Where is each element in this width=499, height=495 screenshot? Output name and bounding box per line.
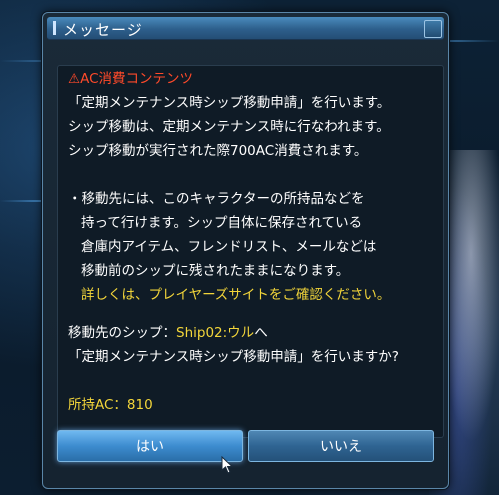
game-screen: メッセージ ⚠AC消費コンテンツ 「定期メンテナンス時シップ移動申請」を行います…	[0, 0, 499, 495]
site-notice: 詳しくは、プレイヤーズサイトをご確認ください。	[81, 287, 391, 303]
title-accent-bar	[53, 21, 56, 35]
dialog-title: メッセージ	[63, 21, 143, 39]
message-line: 「定期メンテナンス時シップ移動申請」を行います。	[68, 95, 391, 111]
confirm-line: 「定期メンテナンス時シップ移動申請」を行いますか?	[68, 349, 399, 365]
yes-button[interactable]: はい	[57, 430, 243, 462]
mouse-cursor-icon	[221, 456, 234, 474]
owned-ac: 所持AC：810	[68, 397, 153, 413]
destination-ship: Ship02:ウル	[176, 325, 255, 341]
message-body: ⚠AC消費コンテンツ 「定期メンテナンス時シップ移動申請」を行います。 シップ移…	[57, 65, 444, 438]
message-dialog: メッセージ ⚠AC消費コンテンツ 「定期メンテナンス時シップ移動申請」を行います…	[42, 12, 449, 489]
destination-label: 移動先のシップ：	[68, 325, 176, 341]
destination-suffix: へ	[254, 325, 268, 341]
bullet-line: 持って行けます。シップ自体に保存されている	[81, 215, 363, 231]
message-line: シップ移動が実行された際700AC消費されます。	[68, 143, 368, 159]
ac-warning-heading: ⚠AC消費コンテンツ	[68, 71, 194, 87]
bullet-line: ・移動先には、このキャラクターの所持品などを	[68, 191, 365, 207]
dialog-titlebar: メッセージ	[47, 17, 444, 40]
bullet-line: 倉庫内アイテム、フレンドリスト、メールなどは	[81, 239, 377, 255]
no-button[interactable]: いいえ	[248, 430, 434, 462]
close-icon[interactable]	[424, 20, 442, 38]
bullet-line: 移動前のシップに残されたままになります。	[81, 263, 350, 279]
message-line: シップ移動は、定期メンテナンス時に行なわれます。	[68, 119, 390, 135]
destination-line: 移動先のシップ：Ship02:ウルへ	[68, 324, 268, 342]
